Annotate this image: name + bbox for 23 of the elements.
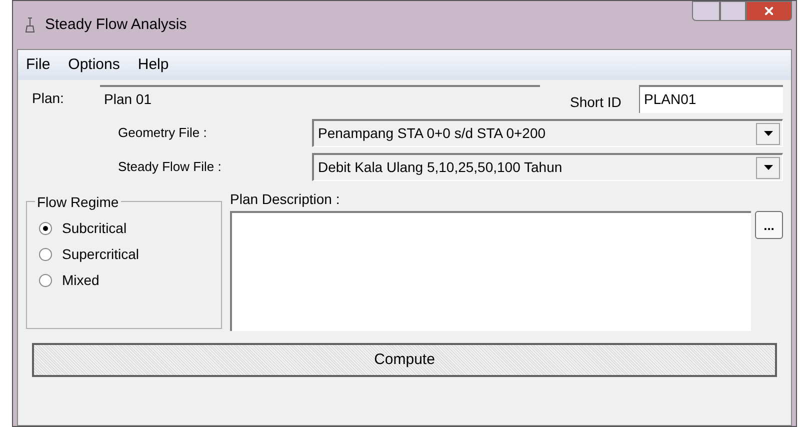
field-label: Steady Flow File :	[118, 159, 222, 174]
app-icon	[23, 17, 37, 33]
browse-button[interactable]: ...	[755, 211, 783, 239]
window-title: Steady Flow Analysis	[45, 14, 187, 35]
plan-description-label: Plan Description :	[230, 190, 341, 209]
short-id-field[interactable]: PLAN01	[639, 84, 783, 112]
short-id-label: Short ID	[570, 93, 622, 112]
menu-item[interactable]: Options	[68, 54, 120, 76]
radio-option[interactable]: Subcritical	[39, 216, 209, 240]
steady-flow-file-dropdown[interactable]: Debit Kala Ulang 5,10,25,50,100 Tahun	[312, 153, 783, 181]
compute-button[interactable]: Compute	[32, 343, 777, 377]
close-button[interactable]	[746, 1, 792, 21]
radio-option[interactable]: Supercritical	[39, 242, 209, 266]
radio-option[interactable]: Mixed	[39, 268, 209, 292]
menu-item[interactable]: File	[26, 54, 50, 76]
field-label: Geometry File :	[118, 125, 207, 140]
geometry-file-dropdown[interactable]: Penampang STA 0+0 s/d STA 0+200	[312, 119, 783, 147]
plan-label: Plan:	[31, 89, 65, 108]
menu-item[interactable]: Help	[138, 54, 169, 76]
maximize-button[interactable]	[720, 1, 746, 21]
minimize-button[interactable]	[692, 1, 720, 21]
close-icon	[765, 7, 773, 15]
plan-description-field[interactable]	[230, 211, 751, 331]
